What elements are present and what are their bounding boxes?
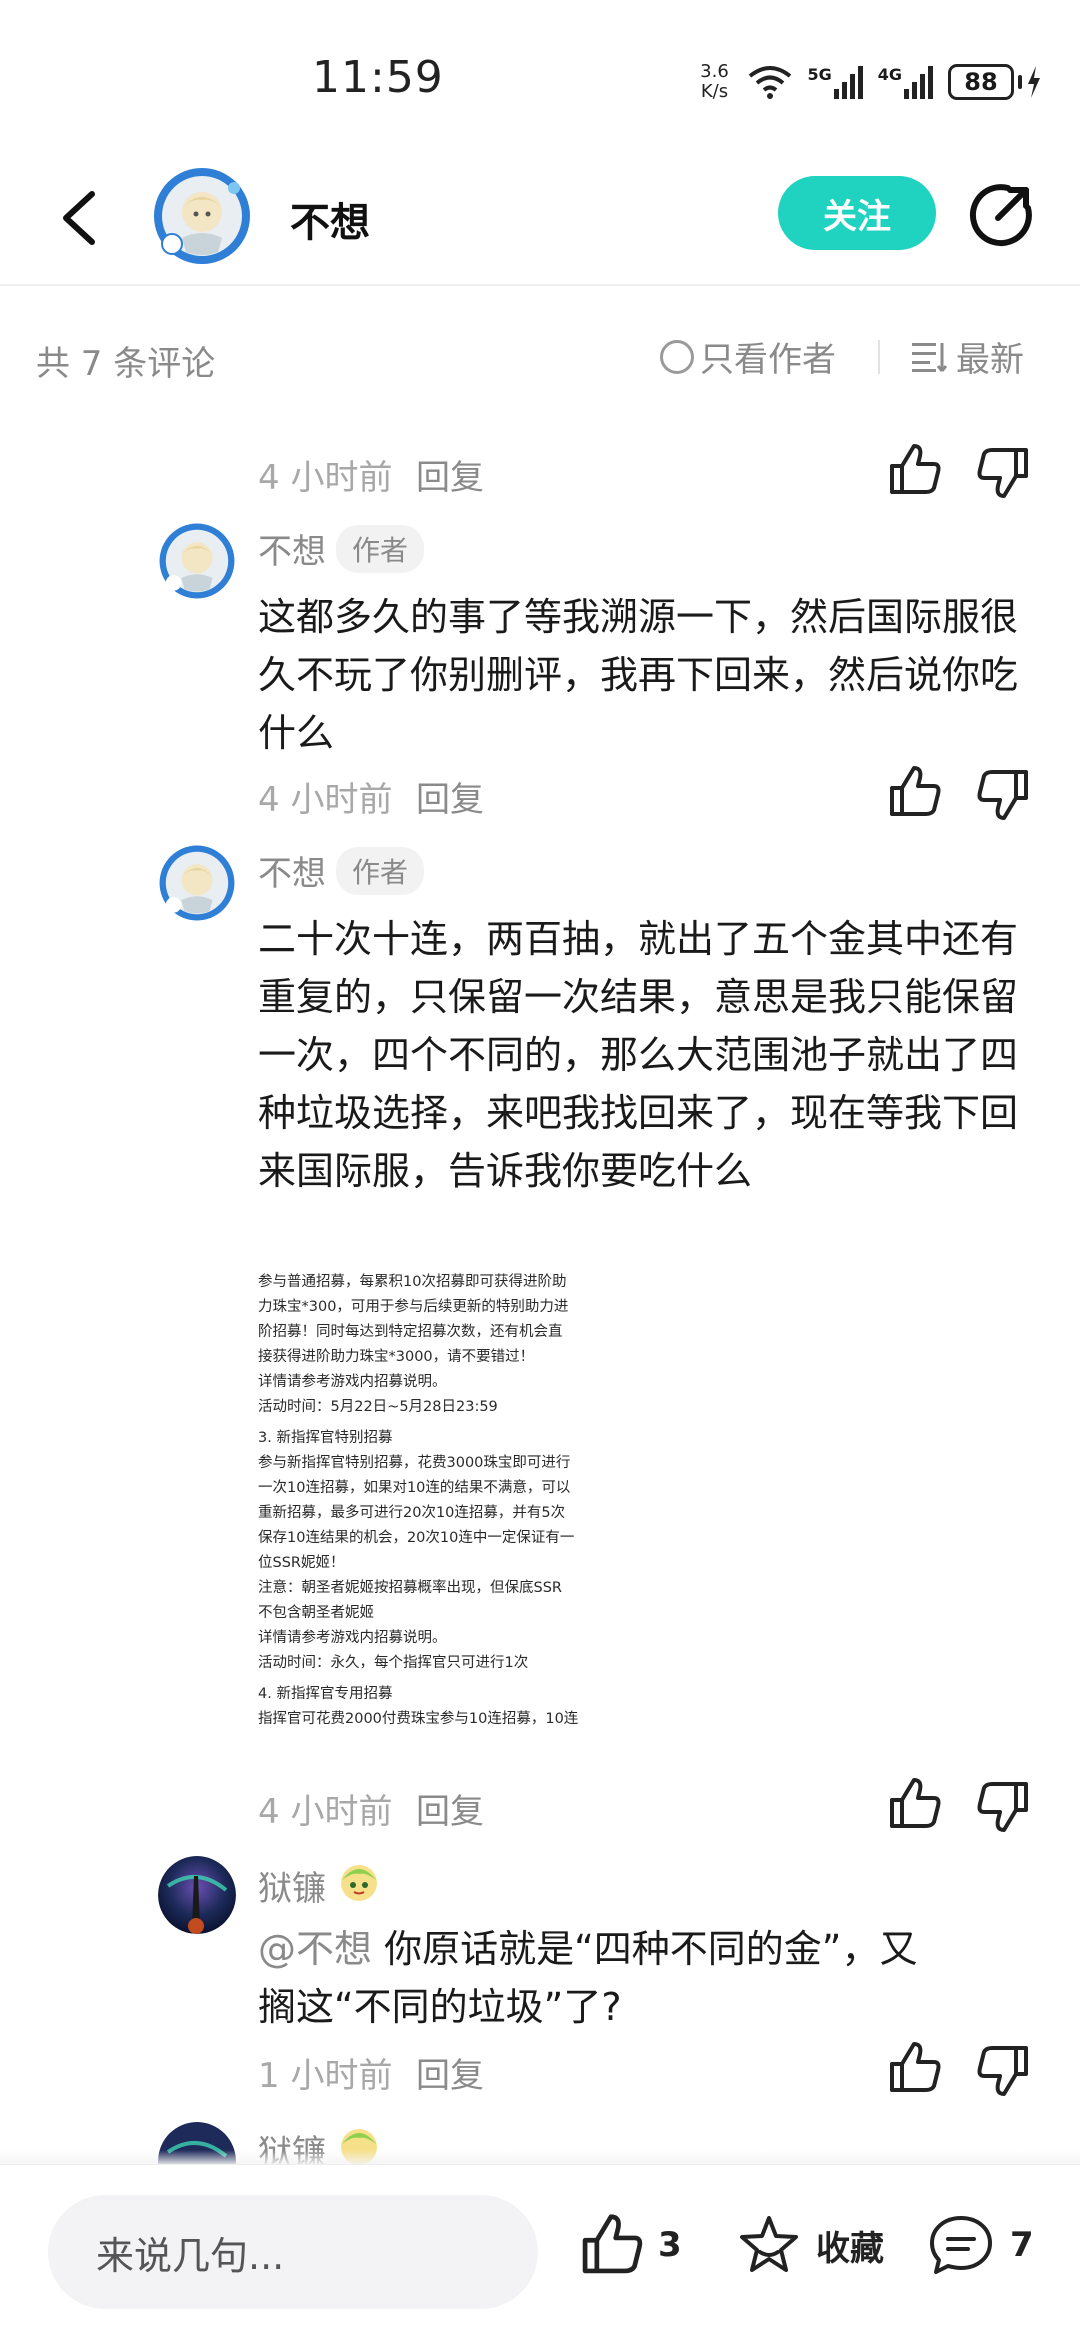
- comment-text: 这都多久的事了等我溯源一下，然后国际服很久不玩了你别删评，我再下回来，然后说你吃…: [258, 595, 1019, 755]
- bottom-action-bar: 来说几句... 3 收藏 7: [0, 2164, 1080, 2340]
- author-badge: 作者: [336, 846, 425, 895]
- signal-5g-icon: 5G: [807, 65, 863, 99]
- reply-button[interactable]: 回复: [416, 2048, 484, 2097]
- comment-avatar[interactable]: [158, 1856, 236, 1934]
- thumbs-down-icon[interactable]: [976, 766, 1032, 822]
- follow-button[interactable]: 关注: [778, 176, 936, 250]
- thumbs-down-icon[interactable]: [976, 2042, 1032, 2098]
- comment-avatar[interactable]: [158, 522, 236, 600]
- comment-count: 共 7 条评论: [36, 344, 216, 384]
- signal-4g-icon: 4G: [878, 65, 934, 99]
- wifi-icon: [747, 64, 793, 100]
- comment-time: 4 小时前: [258, 1792, 393, 1832]
- status-time: 11:59: [312, 52, 444, 103]
- comment-time: 4 小时前: [258, 780, 393, 820]
- comment-input[interactable]: 来说几句...: [48, 2195, 538, 2309]
- network-speed: 3.6 K/s: [700, 61, 729, 102]
- comment-meta: 1 小时前 回复: [258, 2040, 1058, 2100]
- user-badge-icon: [336, 1858, 382, 1913]
- thumbs-up-icon[interactable]: [886, 1776, 942, 1832]
- comment-total: 7: [1010, 2225, 1034, 2265]
- thumbs-up-icon[interactable]: [886, 764, 942, 820]
- comment-filter-bar: 共 7 条评论 只看作者 最新: [0, 290, 1080, 422]
- sort-button[interactable]: 最新: [912, 332, 1024, 381]
- favorite-button[interactable]: 收藏: [736, 2205, 884, 2285]
- thumbs-down-icon[interactable]: [976, 444, 1032, 500]
- comments-button[interactable]: 7: [926, 2205, 1034, 2285]
- battery-level: 88: [948, 64, 1014, 100]
- comment-username[interactable]: 狱镰: [258, 1858, 382, 1913]
- comment-text: @不想 你原话就是“四种不同的金”，又 搁这“不同的垃圾”了?: [258, 1927, 918, 2029]
- like-post-button[interactable]: 3: [578, 2205, 682, 2285]
- comment-meta: 4 小时前 回复: [258, 1776, 1058, 1836]
- thumbs-down-icon[interactable]: [976, 1778, 1032, 1834]
- reply-button[interactable]: 回复: [416, 1784, 484, 1833]
- reply-button[interactable]: 回复: [416, 772, 484, 821]
- author-badge: 作者: [336, 524, 425, 573]
- charging-icon: [1028, 66, 1040, 98]
- comment-time: 1 小时前: [258, 2056, 393, 2096]
- author-only-toggle[interactable]: 只看作者: [660, 332, 836, 381]
- top-nav-bar: 不想 关注: [0, 150, 1080, 286]
- like-count: 3: [658, 2225, 682, 2265]
- comment-meta: 4 小时前 回复: [258, 442, 1058, 502]
- comment-image[interactable]: 参与普通招募，每累积10次招募即可获得进阶助 力珠宝*300，可用于参与后续更新…: [258, 1270, 618, 1760]
- comment-username[interactable]: 不想 作者: [258, 524, 425, 573]
- thumbs-up-icon: [582, 2214, 643, 2274]
- status-icons: 3.6 K/s 5G 4G 88: [695, 58, 1042, 106]
- back-button[interactable]: [52, 186, 112, 250]
- comment-time: 4 小时前: [258, 458, 393, 498]
- divider: [878, 340, 880, 374]
- comment-meta: 4 小时前 回复: [258, 764, 1058, 824]
- sort-icon: [912, 342, 948, 372]
- status-bar: 11:59 3.6 K/s 5G 4G 88: [0, 0, 1080, 150]
- author-name[interactable]: 不想: [290, 190, 370, 248]
- thumbs-up-icon[interactable]: [886, 442, 942, 498]
- share-button[interactable]: [968, 182, 1034, 248]
- author-avatar[interactable]: [152, 166, 252, 266]
- share-icon: [969, 184, 1032, 247]
- comment-username[interactable]: 不想 作者: [258, 846, 425, 895]
- star-icon: [740, 2216, 798, 2272]
- comment-bubble-icon: [930, 2216, 992, 2274]
- thumbs-up-icon[interactable]: [886, 2040, 942, 2096]
- mention-link[interactable]: @不想: [258, 1927, 372, 1971]
- radio-circle-icon: [660, 339, 694, 374]
- battery-icon: 88: [948, 64, 1042, 100]
- comment-avatar[interactable]: [158, 844, 236, 922]
- chevron-left-icon: [63, 191, 95, 245]
- reply-button[interactable]: 回复: [416, 450, 484, 499]
- comment-text: 二十次十连，两百抽，就出了五个金其中还有重复的，只保留一次结果，意思是我只能保留…: [258, 917, 1019, 1193]
